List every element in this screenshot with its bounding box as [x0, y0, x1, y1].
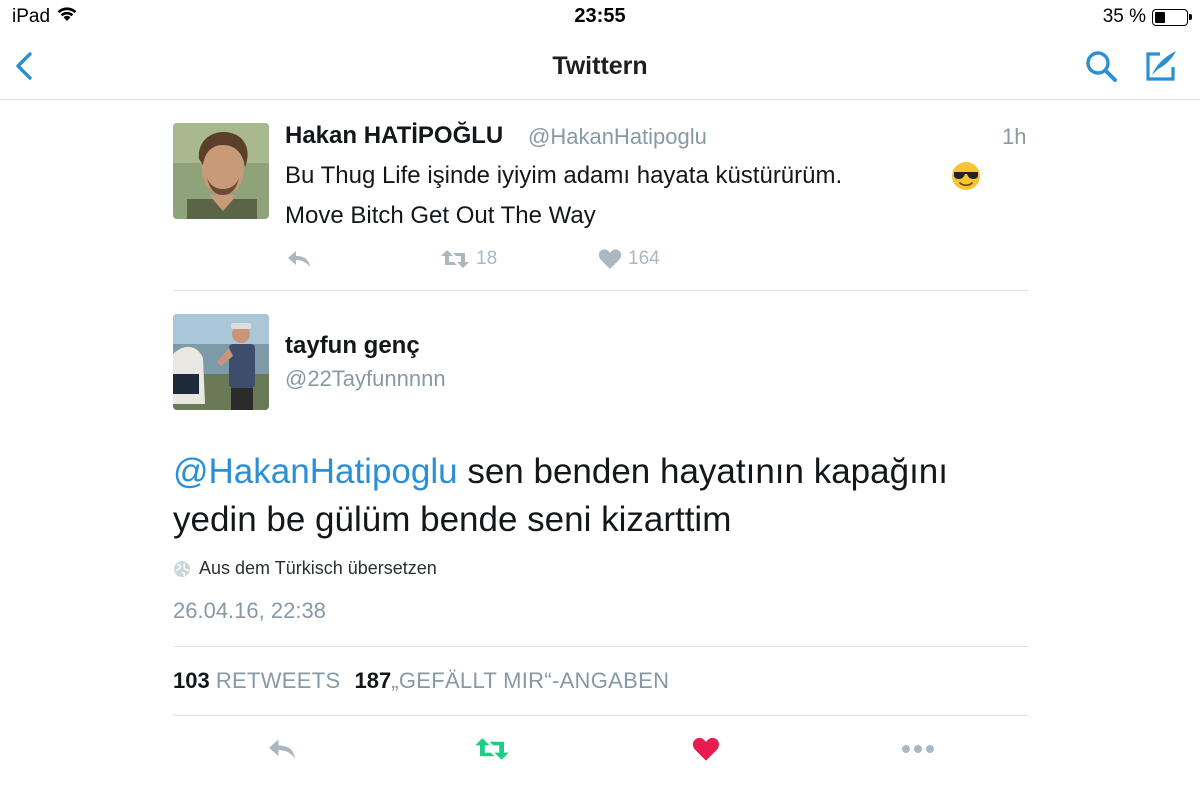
like-count: 187	[354, 668, 392, 693]
compose-icon	[1146, 51, 1176, 81]
quoted-like-count: 164	[628, 248, 660, 269]
globe-icon	[174, 560, 190, 577]
avatar-tayfun[interactable]	[173, 314, 269, 410]
retweet-count: 103	[173, 668, 210, 693]
quoted-tweet-time: 1h	[1002, 124, 1027, 149]
heart-icon	[598, 249, 622, 269]
retweet-icon	[475, 738, 509, 760]
tweet-author-name[interactable]: tayfun genç	[285, 332, 420, 360]
battery-percent: 35 %	[1102, 6, 1146, 27]
reply-icon	[269, 739, 295, 759]
translate-link[interactable]: Aus dem Türkisch übersetzen	[173, 558, 437, 579]
tweet-stats: 103 RETWEETS 187„GEFÄLLT MIR“-ANGABEN	[173, 668, 669, 694]
retweet-icon	[441, 250, 469, 268]
likes-stat[interactable]: 187„GEFÄLLT MIR“-ANGABEN	[354, 668, 669, 694]
more-dots-icon	[902, 745, 934, 753]
status-right: 35 %	[1102, 6, 1192, 28]
divider	[173, 646, 1028, 647]
like-button[interactable]	[688, 733, 724, 765]
like-label: „GEFÄLLT MIR“-ANGABEN	[391, 668, 670, 693]
tweet-body: @HakanHatipoglu sen benden hayatının kap…	[173, 448, 1033, 544]
translate-label: Aus dem Türkisch übersetzen	[199, 558, 437, 578]
navigation-bar: Twittern	[0, 34, 1200, 100]
reply-button[interactable]	[264, 733, 300, 765]
quoted-retweet-count: 18	[476, 248, 498, 269]
tweet-mention-link[interactable]: @HakanHatipoglu	[173, 452, 458, 491]
battery-icon	[1152, 8, 1192, 26]
quoted-tweet-text-line1: Bu Thug Life işinde iyiyim adamı hayata …	[285, 162, 843, 189]
compose-button[interactable]	[1142, 47, 1180, 85]
quoted-tweet-author-handle[interactable]: @HakanHatipoglu	[528, 124, 707, 150]
battery-fill	[1155, 11, 1165, 23]
more-button[interactable]	[900, 733, 936, 765]
divider	[173, 290, 1028, 291]
quoted-tweet-text-line2: Move Bitch Get Out The Way	[285, 202, 596, 229]
retweet-label: RETWEETS	[215, 668, 341, 693]
quoted-like-button[interactable]: 164	[598, 244, 660, 274]
quoted-tweet-author-name[interactable]: Hakan HATİPOĞLU	[285, 122, 503, 150]
quoted-reply-button[interactable]	[286, 244, 312, 274]
avatar-hakan[interactable]	[173, 123, 269, 219]
retweets-stat[interactable]: 103 RETWEETS	[173, 668, 340, 694]
status-bar: iPad 23:55 35 %	[0, 0, 1200, 34]
status-time: 23:55	[574, 5, 626, 27]
reply-icon	[288, 251, 310, 267]
divider	[173, 715, 1028, 716]
tweet-timestamp: 26.04.16, 22:38	[173, 598, 326, 623]
sunglasses-face-emoji-icon	[950, 160, 982, 192]
tweet-author-handle[interactable]: @22Tayfunnnnn	[285, 366, 446, 392]
heart-icon	[693, 737, 719, 761]
search-icon	[1086, 51, 1117, 82]
search-button[interactable]	[1083, 48, 1119, 84]
page-title: Twittern	[552, 52, 648, 80]
quoted-retweet-button[interactable]: 18	[440, 244, 497, 274]
retweet-button[interactable]	[474, 733, 510, 765]
